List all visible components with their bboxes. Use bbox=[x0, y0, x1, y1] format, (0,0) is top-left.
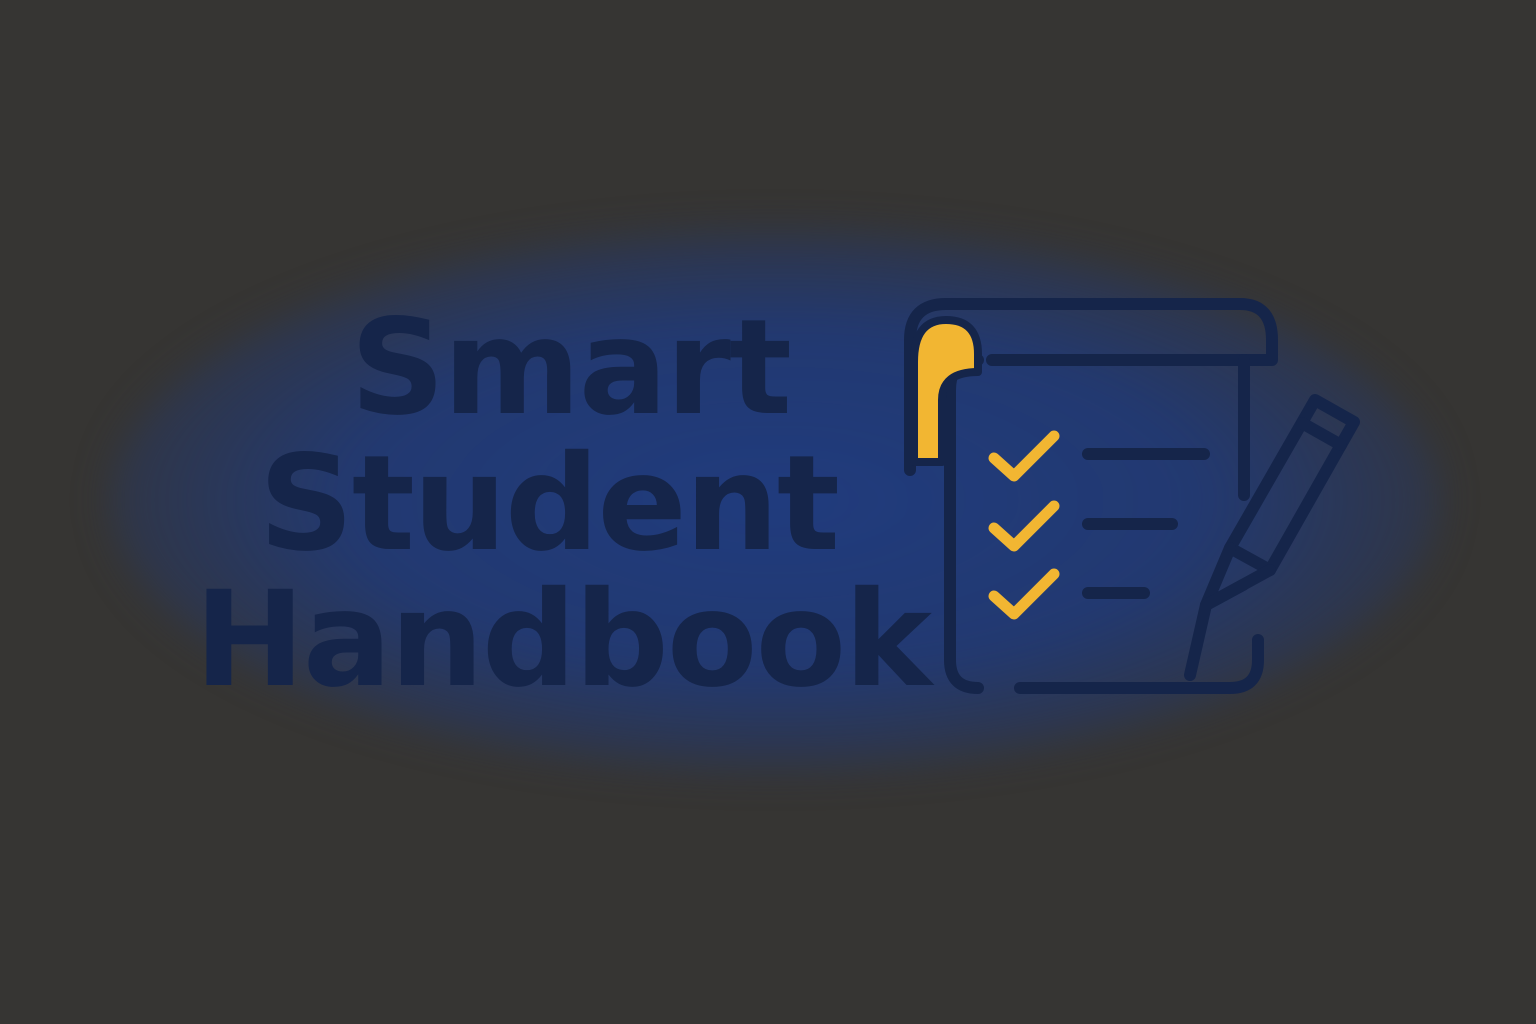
title-line-handbook: Handbook bbox=[194, 563, 932, 717]
title-line-student: Student bbox=[258, 427, 840, 581]
checklist-notepad-icon bbox=[904, 298, 1360, 694]
notepad-page bbox=[944, 354, 984, 694]
title-line-smart: Smart bbox=[350, 291, 792, 445]
check-icon bbox=[988, 568, 1060, 620]
notepad-page-bottom bbox=[1014, 634, 1264, 694]
check-icon bbox=[988, 500, 1060, 552]
pencil-icon bbox=[1184, 394, 1360, 681]
brand-title: Smart Student Handbook bbox=[170, 291, 932, 717]
bookmark-tab bbox=[910, 316, 982, 466]
logo-canvas: Smart Student Handbook bbox=[0, 0, 1536, 1024]
check-icon bbox=[988, 430, 1060, 482]
